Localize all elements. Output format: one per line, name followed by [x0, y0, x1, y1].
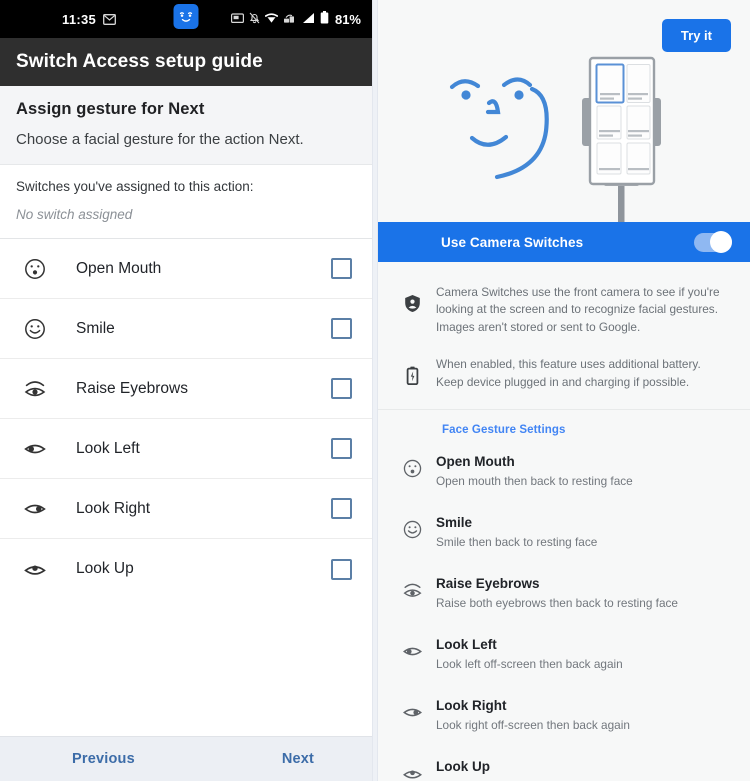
gesture-checkbox[interactable] — [331, 378, 352, 399]
try-it-button[interactable]: Try it — [661, 19, 731, 52]
right-phone-screen: Try it Use Camera Switches Camera Switch… — [378, 0, 750, 781]
look-right-icon — [22, 496, 48, 522]
gesture-setting-desc: Smile then back to resting face — [436, 535, 598, 550]
gesture-setting-body: Smile Smile then back to resting face — [436, 514, 728, 549]
gesture-checkbox[interactable] — [331, 438, 352, 459]
use-camera-switches-row[interactable]: Use Camera Switches — [378, 222, 750, 262]
open-mouth-icon — [400, 453, 424, 479]
use-camera-switches-toggle[interactable] — [694, 231, 732, 253]
battery-icon — [400, 356, 424, 391]
gesture-setting-desc: Look left off-screen then back again — [436, 657, 623, 672]
gesture-checkbox[interactable] — [331, 258, 352, 279]
info-text-battery: When enabled, this feature uses addition… — [436, 357, 701, 389]
mail-icon — [103, 13, 116, 25]
wifi-icon — [264, 12, 279, 27]
gesture-setting-look-right[interactable]: Look Right Look right off-screen then ba… — [378, 684, 750, 745]
assign-gesture-subtitle: Choose a facial gesture for the action N… — [16, 131, 304, 148]
info-block: Camera Switches use the front camera to … — [378, 262, 750, 411]
smile-icon — [22, 316, 48, 342]
gesture-setting-body: Look Left Look left off-screen then back… — [436, 636, 728, 671]
gesture-setting-raise-eyebrows[interactable]: Raise Eyebrows Raise both eyebrows then … — [378, 562, 750, 623]
gesture-row-look-right[interactable]: Look Right — [0, 479, 372, 539]
face-gesture-settings-title: Face Gesture Settings — [442, 424, 566, 437]
assigned-switches-block: Switches you've assigned to this action:… — [0, 165, 372, 239]
status-time: 11:35 — [62, 11, 97, 27]
assigned-switches-value: No switch assigned — [16, 207, 133, 222]
gesture-row-look-left[interactable]: Look Left — [0, 419, 372, 479]
gesture-setting-body: Look Up — [436, 758, 728, 779]
info-text-privacy: Camera Switches use the front camera to … — [436, 285, 720, 334]
gesture-label: Look Right — [76, 499, 151, 517]
gesture-setting-open-mouth[interactable]: Open Mouth Open mouth then back to resti… — [378, 440, 750, 501]
notifications-off-icon — [249, 12, 260, 27]
gesture-setting-body: Raise Eyebrows Raise both eyebrows then … — [436, 575, 728, 610]
hero-illustration-area: Try it — [378, 0, 750, 222]
look-left-icon — [400, 636, 424, 662]
raise-eyebrows-icon — [400, 575, 424, 601]
gesture-label: Raise Eyebrows — [76, 379, 188, 397]
battery-percent: 81% — [334, 11, 361, 27]
gesture-setting-title: Look Left — [436, 637, 497, 653]
gesture-setting-look-left[interactable]: Look Left Look left off-screen then back… — [378, 623, 750, 684]
gesture-label: Open Mouth — [76, 259, 162, 277]
left-phone-screen: 11:35 81% Switch Access setup guide Assi… — [0, 0, 372, 781]
face-badge-icon — [173, 4, 199, 29]
gesture-row-raise-eyebrows[interactable]: Raise Eyebrows — [0, 359, 372, 419]
gesture-setting-title: Raise Eyebrows — [436, 576, 540, 592]
toggle-thumb — [710, 231, 732, 253]
battery-icon — [320, 11, 329, 27]
app-bar: Switch Access setup guide — [0, 38, 372, 86]
status-icons-group: 81% — [230, 11, 361, 27]
assign-gesture-title: Assign gesture for Next — [16, 100, 205, 118]
gesture-setting-body: Open Mouth Open mouth then back to resti… — [436, 453, 728, 488]
assigned-switches-label: Switches you've assigned to this action: — [16, 179, 254, 194]
gesture-setting-title: Look Right — [436, 698, 507, 714]
gesture-setting-desc: Raise both eyebrows then back to resting… — [436, 596, 678, 611]
status-bar: 11:35 81% — [0, 0, 372, 38]
gesture-setting-look-up[interactable]: Look Up — [378, 745, 750, 781]
dual-screenshot-container: 11:35 81% Switch Access setup guide Assi… — [0, 0, 750, 781]
look-left-icon — [22, 436, 48, 462]
gesture-checkbox[interactable] — [331, 558, 352, 580]
page-title: Switch Access setup guide — [16, 51, 263, 72]
list-empty-space — [0, 599, 372, 736]
gesture-checkbox[interactable] — [331, 318, 352, 339]
open-mouth-icon — [22, 256, 48, 282]
use-camera-switches-label: Use Camera Switches — [441, 234, 584, 250]
info-row-privacy: Camera Switches use the front camera to … — [378, 274, 750, 346]
assign-gesture-header: Assign gesture for Next Choose a facial … — [0, 86, 372, 165]
look-up-icon — [22, 556, 48, 582]
gesture-setting-body: Look Right Look right off-screen then ba… — [436, 697, 728, 732]
gesture-setting-title: Smile — [436, 515, 473, 531]
previous-button[interactable]: Previous — [72, 751, 135, 767]
smile-icon — [400, 514, 424, 540]
look-up-icon — [400, 758, 424, 781]
gesture-setting-desc: Look right off-screen then back again — [436, 718, 630, 733]
raise-eyebrows-icon — [22, 376, 48, 402]
gesture-row-look-up[interactable]: Look Up — [0, 539, 372, 599]
signal-icon — [301, 12, 315, 27]
bottom-navigation: Previous Next — [0, 736, 372, 781]
vpn-icon — [283, 12, 296, 27]
gesture-label: Look Up — [76, 560, 134, 577]
camera-switches-badge — [173, 4, 199, 29]
gesture-row-smile[interactable]: Smile — [0, 299, 372, 359]
gesture-row-open-mouth[interactable]: Open Mouth — [0, 239, 372, 299]
screenshot-icon — [230, 12, 244, 27]
face-gesture-settings-section: Face Gesture Settings Open Mouth Open mo… — [378, 410, 750, 781]
info-row-battery: When enabled, this feature uses addition… — [378, 346, 750, 401]
gesture-setting-title: Open Mouth — [436, 454, 515, 470]
gesture-setting-smile[interactable]: Smile Smile then back to resting face — [378, 501, 750, 562]
gesture-list: Open Mouth Smile Raise Eyebrows Look Lef… — [0, 239, 372, 599]
gesture-setting-desc: Open mouth then back to resting face — [436, 474, 633, 489]
gesture-setting-title: Look Up — [436, 759, 490, 775]
look-right-icon — [400, 697, 424, 723]
gesture-label: Look Left — [76, 439, 140, 457]
gesture-checkbox[interactable] — [331, 498, 352, 519]
privacy-shield-icon — [400, 284, 424, 336]
next-button[interactable]: Next — [282, 751, 314, 767]
gesture-label: Smile — [76, 319, 115, 337]
